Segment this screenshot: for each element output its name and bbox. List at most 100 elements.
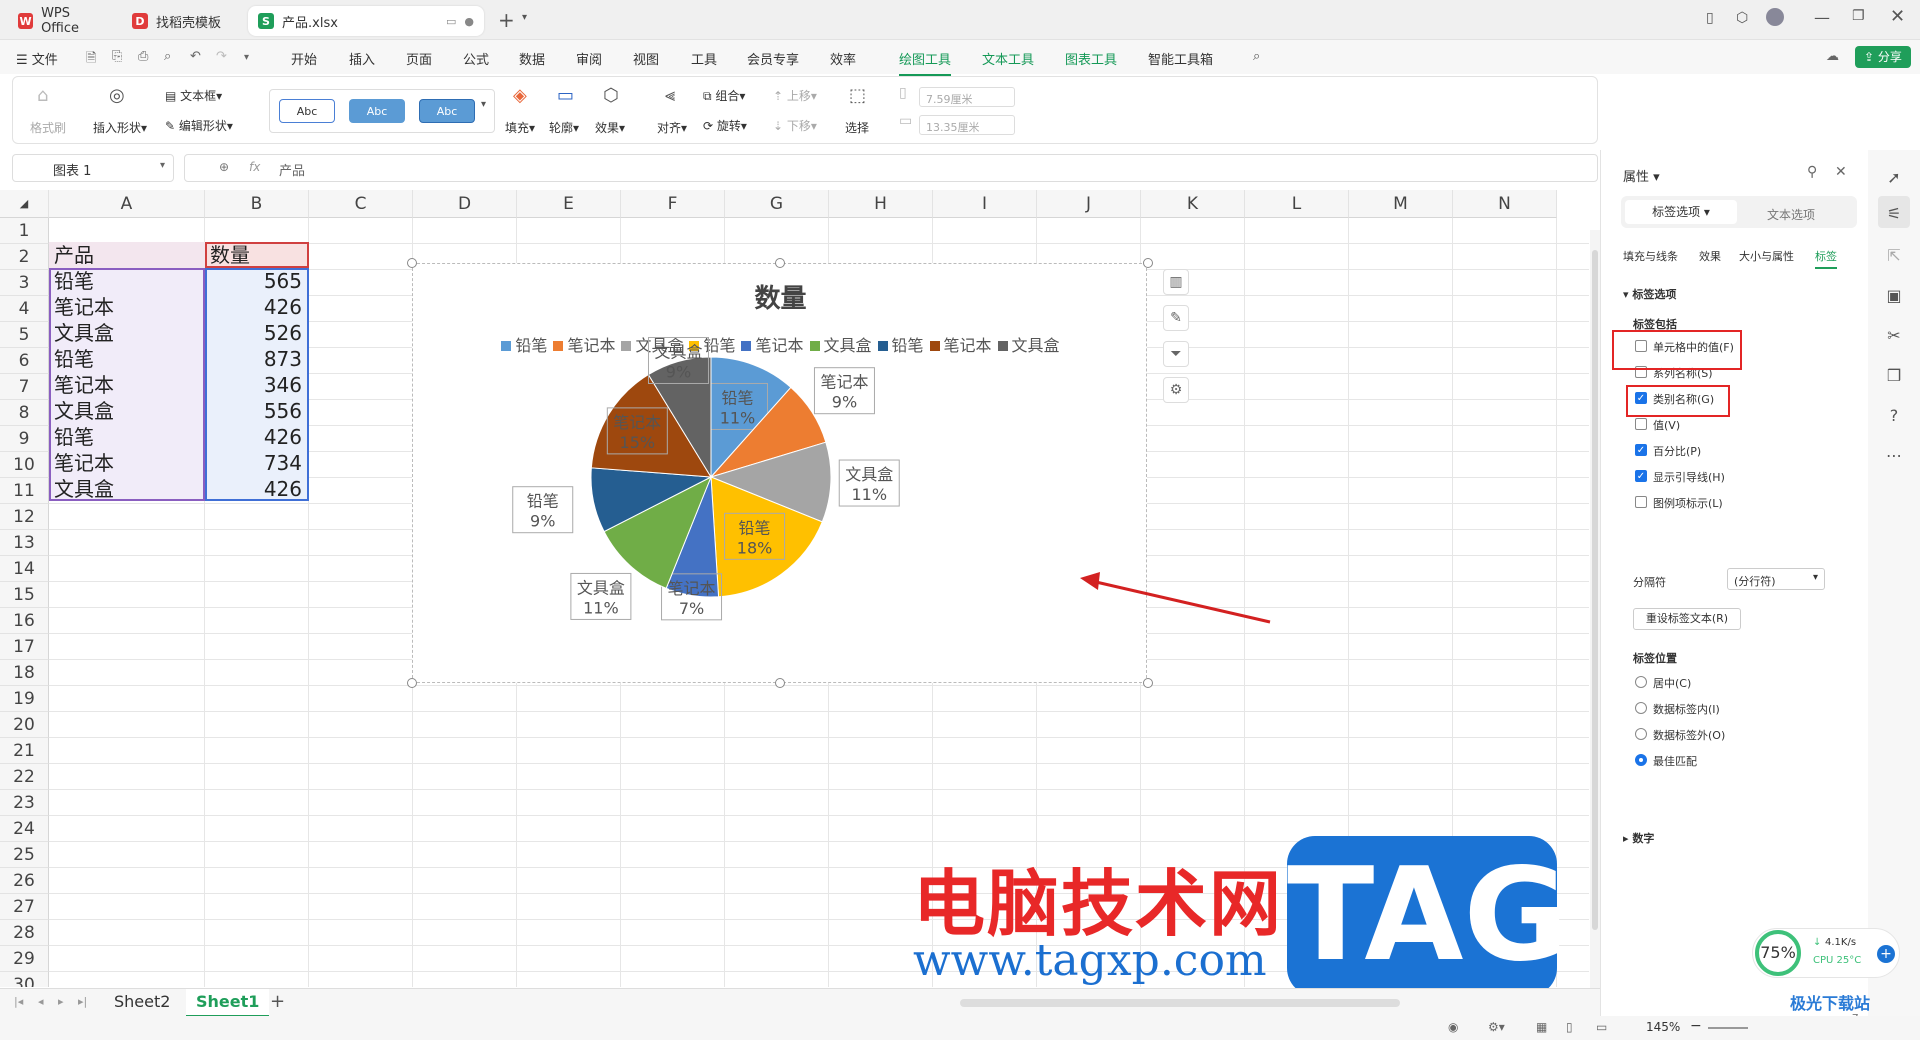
tools-icon[interactable]: ✂ (1884, 326, 1904, 346)
row-header[interactable]: 7 (0, 374, 49, 400)
first-sheet-icon[interactable]: |◂ (14, 995, 23, 1008)
row-header[interactable]: 24 (0, 816, 49, 842)
menu-formula[interactable]: 公式 (463, 49, 489, 68)
label-checkbox[interactable] (1635, 496, 1647, 508)
menu-view[interactable]: 视图 (633, 49, 659, 68)
label-checkbox-text[interactable]: 百分比(P) (1653, 443, 1701, 459)
table-cell[interactable]: 文具盒 (54, 398, 202, 424)
prev-sheet-icon[interactable]: ◂ (38, 995, 44, 1008)
settings-icon[interactable]: ⚙▾ (1488, 1020, 1505, 1034)
vertical-scrollbar-track[interactable] (1590, 230, 1600, 990)
row-header[interactable]: 6 (0, 348, 49, 374)
row-header[interactable]: 23 (0, 790, 49, 816)
pie-plot[interactable]: 铅笔11%笔记本9%文具盒11%铅笔18%笔记本7%文具盒11%铅笔9%笔记本1… (413, 264, 1148, 684)
menu-insert[interactable]: 插入 (349, 49, 375, 68)
format-painter-button[interactable]: 格式刷 (30, 119, 66, 136)
table-cell[interactable]: 556 (210, 398, 302, 424)
restore-icon[interactable]: ❐ (1852, 8, 1865, 24)
resize-handle-nw[interactable] (407, 258, 417, 268)
column-header[interactable]: B (205, 190, 309, 218)
tab-wps-office[interactable]: W WPS Office (8, 6, 118, 36)
search-icon[interactable]: ⌕ (1253, 49, 1260, 64)
zoom-out-icon[interactable]: − (1690, 1018, 1702, 1034)
new-tab-icon[interactable]: + (498, 8, 515, 32)
label-checkbox-text[interactable]: 值(V) (1653, 417, 1680, 433)
add-icon[interactable]: + (1877, 945, 1895, 963)
vertical-scrollbar-thumb[interactable] (1592, 250, 1598, 930)
row-header[interactable]: 13 (0, 530, 49, 556)
row-header[interactable]: 20 (0, 712, 49, 738)
table-cell[interactable]: 铅笔 (54, 424, 202, 450)
subtab-size-properties[interactable]: 大小与属性 (1739, 248, 1794, 264)
close-icon[interactable]: ✕ (1890, 6, 1905, 27)
menu-chart-tools[interactable]: 图表工具 (1065, 49, 1117, 68)
table-cell[interactable]: 产品 (54, 242, 202, 268)
select-button[interactable]: 选择 (845, 119, 869, 136)
column-header[interactable]: I (933, 190, 1037, 218)
tab-product-xlsx[interactable]: S 产品.xlsx ▭ ● (248, 6, 484, 36)
row-header[interactable]: 26 (0, 868, 49, 894)
row-header[interactable]: 25 (0, 842, 49, 868)
next-sheet-icon[interactable]: ▸ (58, 995, 64, 1008)
row-header[interactable]: 3 (0, 270, 49, 296)
subtab-effect[interactable]: 效果 (1699, 248, 1721, 264)
row-header[interactable]: 10 (0, 452, 49, 478)
chart-elements-icon[interactable]: ▥ (1163, 269, 1189, 295)
data-label[interactable]: 笔记本7% (661, 573, 723, 621)
table-cell[interactable]: 526 (210, 320, 302, 346)
column-header[interactable]: D (413, 190, 517, 218)
resize-handle-s[interactable] (775, 678, 785, 688)
outline-button[interactable]: 轮廓▾ (549, 119, 579, 136)
quick-save-icon[interactable]: 🗎 (86, 49, 96, 71)
effect-button[interactable]: 效果▾ (595, 119, 625, 136)
formula-input[interactable]: ⊕ fx 产品 (184, 154, 1598, 182)
quick-export-icon[interactable]: ⎘ (112, 49, 122, 64)
table-cell[interactable]: 铅笔 (54, 346, 202, 372)
row-header[interactable]: 27 (0, 894, 49, 920)
row-header[interactable]: 19 (0, 686, 49, 712)
image-icon[interactable]: ▣ (1884, 286, 1904, 306)
table-cell[interactable]: 873 (210, 346, 302, 372)
pie-chart[interactable]: 数量 铅笔 笔记本 文具盒 铅笔 笔记本 文具盒 铅笔 笔记本 文具盒 铅笔 11% 笔记本 9% 文具… (412, 263, 1147, 683)
column-header[interactable]: N (1453, 190, 1557, 218)
menu-tools[interactable]: 工具 (691, 49, 717, 68)
more-icon[interactable]: ⋯ (1884, 446, 1904, 466)
add-sheet-icon[interactable]: + (270, 991, 285, 1012)
align-button[interactable]: 对齐▾ (657, 119, 687, 136)
row-header[interactable]: 4 (0, 296, 49, 322)
data-label[interactable]: 文具盒11% (570, 572, 632, 620)
table-cell[interactable]: 734 (210, 450, 302, 476)
insert-shape-button[interactable]: 插入形状▾ (93, 119, 147, 136)
label-position-radio[interactable] (1635, 702, 1647, 714)
sheet-tab-sheet1[interactable]: Sheet1 (186, 989, 270, 1017)
panel-close-icon[interactable]: ✕ (1835, 164, 1847, 180)
table-cell[interactable]: 文具盒 (54, 320, 202, 346)
reset-label-text-button[interactable]: 重设标签文本(R) (1633, 608, 1741, 630)
undo-icon[interactable]: ↶ (190, 49, 201, 64)
book-icon[interactable]: ❒ (1884, 366, 1904, 386)
chart-style-icon[interactable]: ✎ (1163, 305, 1189, 331)
minimize-icon[interactable]: — (1814, 8, 1830, 27)
tab-label-options[interactable]: 标签选项 ▾ (1625, 200, 1737, 224)
table-cell[interactable]: 笔记本 (54, 372, 202, 398)
column-header[interactable]: E (517, 190, 621, 218)
table-cell[interactable]: 426 (210, 476, 302, 502)
menu-smart-toolbox[interactable]: 智能工具箱 (1148, 49, 1213, 68)
section-number[interactable]: ▸ 数字 (1623, 830, 1654, 846)
resize-handle-ne[interactable] (1143, 258, 1153, 268)
label-checkbox[interactable] (1635, 418, 1647, 430)
row-header[interactable]: 8 (0, 400, 49, 426)
label-position-radio[interactable] (1635, 754, 1647, 766)
column-header[interactable]: G (725, 190, 829, 218)
column-header[interactable]: A (49, 190, 205, 218)
menu-efficiency[interactable]: 效率 (830, 49, 856, 68)
menu-data[interactable]: 数据 (519, 49, 545, 68)
column-header[interactable]: F (621, 190, 725, 218)
row-header[interactable]: 16 (0, 608, 49, 634)
resize-handle-sw[interactable] (407, 678, 417, 688)
rotate-button[interactable]: ⟳ 旋转▾ (703, 117, 747, 134)
panel-title[interactable]: 属性 ▾ (1623, 166, 1660, 185)
row-header[interactable]: 18 (0, 660, 49, 686)
cursor-icon[interactable]: ➚ (1884, 168, 1904, 188)
height-field[interactable]: 13.35厘米 (919, 115, 1015, 135)
